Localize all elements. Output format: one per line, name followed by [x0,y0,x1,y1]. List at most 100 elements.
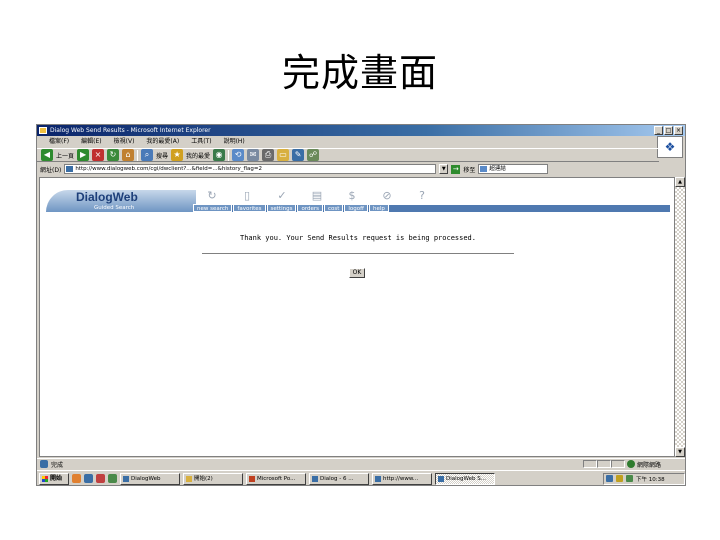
media-icon[interactable]: ◉ [213,149,226,161]
dialogweb-tabs: new search favorites settings orders cos… [193,204,389,212]
address-bar: 網址(D) http://www.dialogweb.com/cgi/dwcli… [37,163,685,175]
dialogweb-nav-icons: ↻ ▯ ✓ ▤ $ ⊘ ? [206,190,428,202]
links-icon [480,166,488,172]
back-label[interactable]: 上一頁 [56,151,74,160]
browser-screenshot: Dialog Web Send Results - Microsoft Inte… [36,124,686,486]
address-input[interactable]: http://www.dialogweb.com/cgi/dwclient?..… [64,164,437,174]
tab-cost[interactable]: cost [323,204,344,212]
logoff-icon[interactable]: ⊘ [381,190,393,202]
favorites-star-icon[interactable]: ★ [171,149,184,161]
task-label: DialogWeb [131,475,161,482]
go-arrow-icon[interactable]: → [451,164,461,174]
home-icon[interactable]: ⌂ [122,149,135,161]
menu-tools[interactable]: 工具(T) [191,136,211,147]
ie-icon [375,475,381,482]
ie-icon [438,475,444,482]
cost-dollar-icon[interactable]: $ [346,190,358,202]
orders-doc-icon[interactable]: ▤ [311,190,323,202]
maximize-button[interactable]: □ [664,126,673,135]
folder-icon [186,475,192,482]
print-icon[interactable]: ⎙ [262,149,275,161]
close-button[interactable]: × [674,126,683,135]
new-search-icon[interactable]: ↻ [206,190,218,202]
help-question-icon[interactable]: ? [416,190,428,202]
scroll-up-icon[interactable]: ▲ [675,177,685,187]
links-box[interactable]: 超連結 [478,164,549,174]
slide-title: 完成畫面 [281,51,438,95]
edit-icon[interactable]: ✎ [292,149,305,161]
dialogweb-tagline: Guided Search [94,205,135,211]
tab-help[interactable]: help [368,204,389,212]
task-button-folder[interactable]: 開始(2) [183,472,243,485]
toolbar-separator [228,149,230,161]
internet-globe-icon [627,460,635,468]
task-label: http://www... [383,475,419,482]
task-label: Dialog - 6 ... [320,475,354,482]
mail-icon[interactable]: ✉ [247,149,260,161]
task-label: DialogWeb S... [446,475,486,482]
minimize-button[interactable]: _ [654,126,663,135]
stop-icon[interactable]: × [92,149,105,161]
quicklaunch-ie-icon[interactable] [84,474,93,483]
history-icon[interactable]: ⟲ [232,149,245,161]
task-button-powerpoint[interactable]: Microsoft Po... [246,472,306,485]
antivirus-icon[interactable] [626,475,633,482]
ok-button[interactable]: OK [349,268,365,278]
volume-icon[interactable] [616,475,623,482]
menu-help[interactable]: 說明(H) [224,136,245,147]
vertical-scrollbar[interactable]: ▲ ▼ [675,177,685,457]
zone-text: 網際網路 [637,461,662,469]
ie-icon [39,127,47,134]
ie-icon [123,475,129,482]
discuss-icon[interactable]: ☍ [307,149,320,161]
search-label[interactable]: 搜尋 [156,151,168,160]
dialogweb-logo: DialogWeb [76,190,138,204]
settings-check-icon[interactable]: ✓ [276,190,288,202]
toolbar-separator [137,149,139,161]
task-button-dialog[interactable]: Dialog - 6 ... [309,472,369,485]
start-label: 開始 [50,474,63,482]
start-button[interactable]: 開始 [39,472,69,485]
links-label: 超連結 [489,166,506,172]
back-arrow-icon[interactable]: ◀ [41,149,53,161]
window-title: Dialog Web Send Results - Microsoft Inte… [50,127,211,134]
window-titlebar: Dialog Web Send Results - Microsoft Inte… [37,125,685,136]
forward-arrow-icon[interactable]: ▶ [77,149,90,161]
favorites-book-icon[interactable]: ▯ [241,190,253,202]
menu-favorites[interactable]: 我的最愛(A) [146,136,179,147]
favorites-label[interactable]: 我的最愛 [186,151,210,160]
menu-view[interactable]: 檢視(V) [114,136,135,147]
browser-toolbar: ◀ 上一頁 ▶ × ↻ ⌂ ⌕ 搜尋 ★ 我的最愛 ◉ ⟲ ✉ ⎙ ▭ ✎ ☍ [37,148,659,162]
tab-logoff[interactable]: logoff [344,204,368,212]
quicklaunch-media-icon[interactable] [96,474,105,483]
ie-icon [312,475,318,482]
task-button-dialogweb[interactable]: DialogWeb [120,472,180,485]
refresh-icon[interactable]: ↻ [107,149,120,161]
status-cell [597,460,611,468]
address-dropdown-button[interactable]: ▼ [439,164,449,174]
divider [202,253,514,254]
tab-favorites[interactable]: favorites [233,204,266,212]
task-button-dialogweb-send[interactable]: DialogWeb S... [435,472,495,485]
status-bar: 完成 網際網路 [37,458,685,469]
quicklaunch-outlook-icon[interactable] [72,474,81,483]
quicklaunch-desktop-icon[interactable] [108,474,117,483]
tab-new-search[interactable]: new search [193,204,233,212]
search-icon[interactable]: ⌕ [141,149,154,161]
go-button[interactable]: 移至 [463,165,475,174]
status-cell [611,460,625,468]
menu-file[interactable]: 檔案(F) [49,136,69,147]
windows-logo-icon: ❖ [657,136,683,158]
folder-icon[interactable]: ▭ [277,149,290,161]
menu-edit[interactable]: 編輯(E) [81,136,101,147]
menu-bar: 檔案(F) 編輯(E) 檢視(V) 我的最愛(A) 工具(T) 說明(H) [37,136,685,147]
network-icon[interactable] [606,475,613,482]
tab-settings[interactable]: settings [266,204,297,212]
security-zone: 網際網路 [625,460,685,469]
powerpoint-icon [249,475,255,482]
scroll-down-icon[interactable]: ▼ [675,447,685,457]
task-button-http[interactable]: http://www... [372,472,432,485]
tab-orders[interactable]: orders [297,204,323,212]
taskbar: 開始 DialogWeb 開始(2) Microsoft Po... Dialo… [37,470,685,485]
page-content: DialogWeb Guided Search ↻ ▯ ✓ ▤ $ ⊘ ? ne… [39,177,675,457]
